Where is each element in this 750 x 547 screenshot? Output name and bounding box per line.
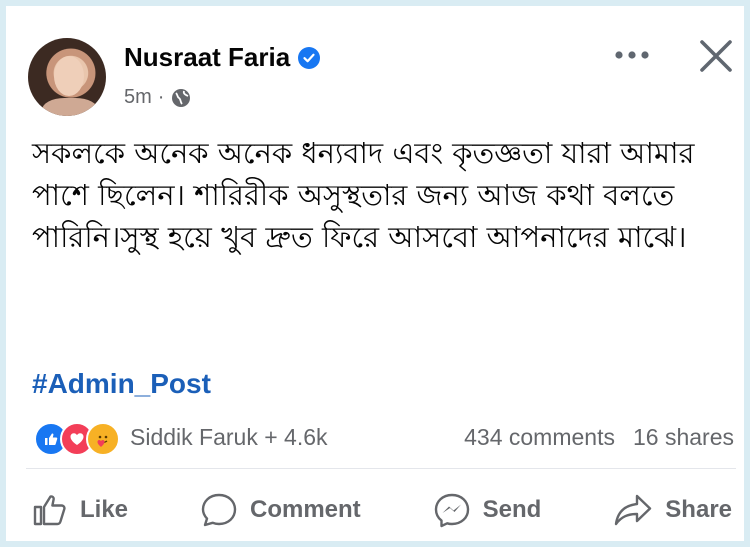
globe-icon [170, 87, 192, 109]
thumbs-up-icon [33, 495, 66, 526]
comment-label: Comment [250, 496, 361, 523]
messenger-icon [434, 493, 469, 528]
shares-count[interactable]: 16 shares [633, 424, 734, 451]
share-label: Share [665, 496, 732, 523]
post-text: সকলকে অনেক অনেক ধন্যবাদ এবং কৃতজ্ঞতা যার… [32, 136, 695, 254]
post-card: Nusraat Faria 5m · সকলকে অনেক অনেক ধন্যব… [0, 0, 750, 547]
send-button[interactable]: Send [433, 492, 542, 528]
share-button[interactable]: Share [613, 493, 732, 527]
verified-badge-icon [298, 46, 321, 69]
reactions-row: Siddik Faruk + 4.6k 434 comments 16 shar… [28, 418, 734, 458]
meta-separator: · [157, 86, 165, 108]
close-button[interactable] [696, 36, 736, 76]
reaction-names[interactable]: Siddik Faruk + 4.6k [130, 424, 328, 451]
close-icon [700, 40, 732, 72]
reaction-icons[interactable] [34, 422, 120, 456]
avatar-shirt [42, 98, 98, 116]
more-options-button[interactable] [612, 42, 652, 68]
like-button[interactable]: Like [32, 493, 128, 527]
more-icon [615, 51, 649, 59]
divider [26, 468, 736, 469]
post-meta: 5m · [124, 86, 192, 109]
author-name[interactable]: Nusraat Faria [124, 42, 290, 73]
comment-icon [201, 493, 237, 527]
like-label: Like [80, 496, 129, 523]
avatar[interactable] [28, 38, 106, 116]
comments-count[interactable]: 434 comments [464, 424, 615, 451]
care-reaction-icon [86, 422, 120, 456]
engagement-counts: 434 comments 16 shares [464, 424, 734, 451]
send-label: Send [482, 496, 542, 523]
hashtag-link[interactable]: #Admin_Post [32, 368, 211, 400]
share-icon [615, 494, 652, 526]
comment-button[interactable]: Comment [200, 492, 361, 528]
author-row: Nusraat Faria [124, 42, 321, 73]
post-time[interactable]: 5m [124, 86, 152, 109]
avatar-face [54, 56, 84, 96]
action-bar: Like Comment Send Share [32, 484, 732, 536]
